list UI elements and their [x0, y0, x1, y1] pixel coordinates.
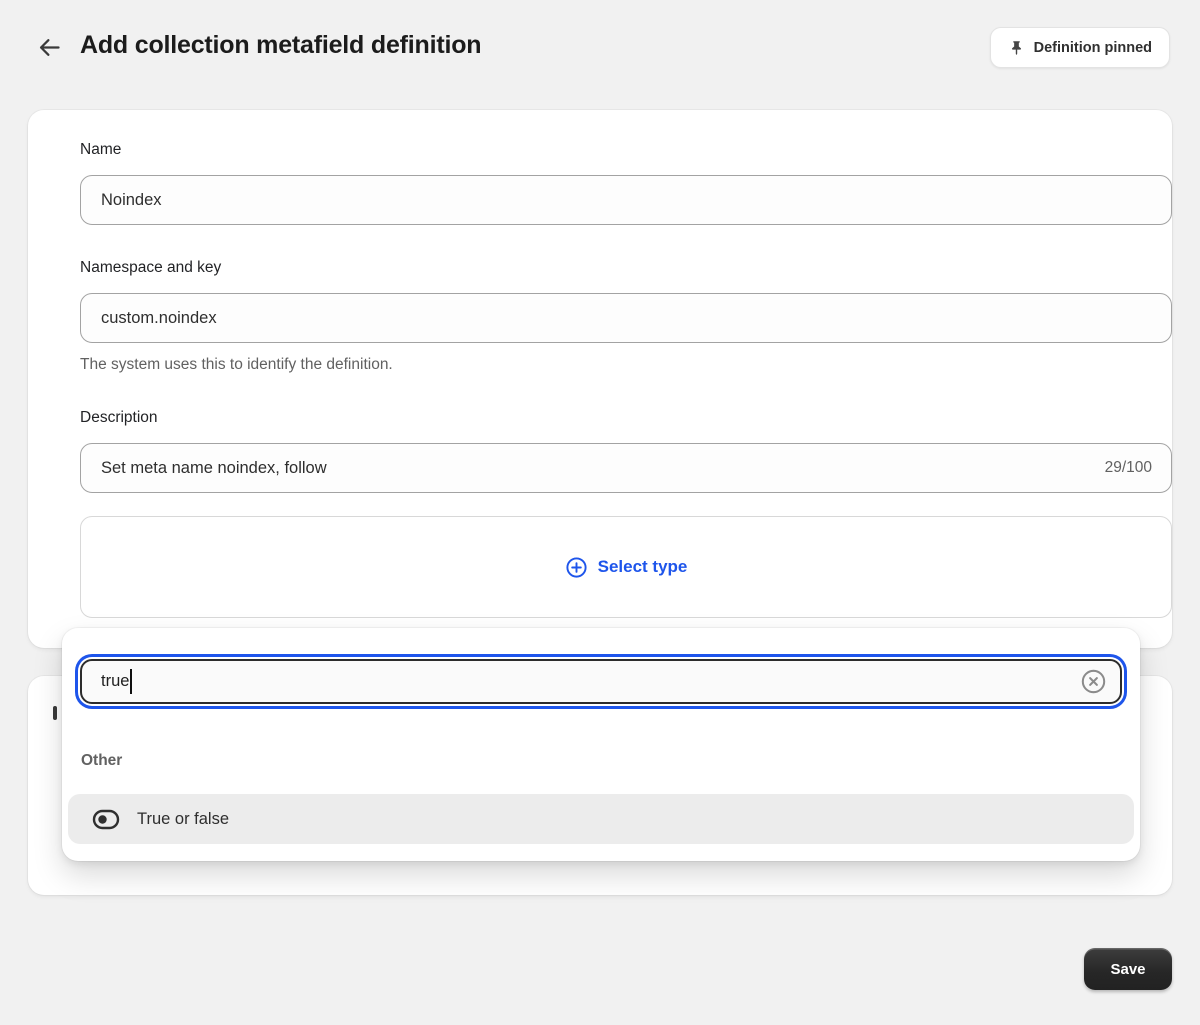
- metafield-definition-card: Name Namespace and key The system uses t…: [28, 110, 1172, 648]
- boolean-toggle-icon: [92, 808, 120, 831]
- obscured-text-fragment: [53, 706, 57, 720]
- circle-x-icon: [1080, 668, 1107, 695]
- type-search-input[interactable]: true: [80, 659, 1122, 704]
- type-picker-popover: true Other True or false: [62, 628, 1140, 861]
- text-cursor: [130, 669, 132, 694]
- page: Add collection metafield definition Defi…: [0, 0, 1200, 1025]
- plus-circle-icon: [565, 556, 588, 579]
- definition-pinned-label: Definition pinned: [1034, 40, 1152, 56]
- page-title: Add collection metafield definition: [80, 31, 481, 60]
- pin-icon: [1008, 39, 1025, 57]
- namespace-help-text: The system uses this to identify the def…: [80, 356, 393, 374]
- arrow-left-icon: [36, 34, 63, 61]
- definition-pinned-button[interactable]: Definition pinned: [990, 27, 1170, 68]
- section-label-other: Other: [81, 752, 122, 770]
- namespace-key-label: Namespace and key: [80, 259, 221, 277]
- save-button[interactable]: Save: [1084, 948, 1172, 990]
- type-search-value: true: [101, 672, 129, 691]
- type-option-true-or-false[interactable]: True or false: [68, 794, 1134, 844]
- name-input[interactable]: [80, 175, 1172, 225]
- description-input[interactable]: [80, 443, 1172, 493]
- description-label: Description: [80, 409, 158, 427]
- clear-search-button[interactable]: [1079, 668, 1107, 696]
- description-field: 29/100: [80, 443, 1172, 493]
- name-label: Name: [80, 141, 121, 159]
- type-option-label: True or false: [137, 810, 229, 829]
- namespace-key-input[interactable]: [80, 293, 1172, 343]
- select-type-label: Select type: [598, 557, 688, 577]
- select-type-button[interactable]: Select type: [80, 516, 1172, 618]
- back-button[interactable]: [34, 32, 64, 62]
